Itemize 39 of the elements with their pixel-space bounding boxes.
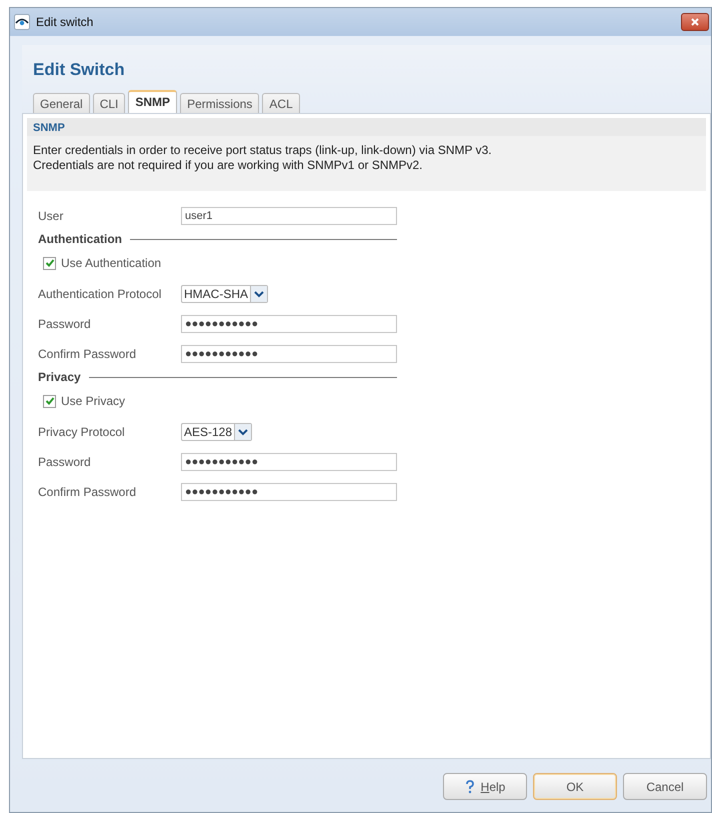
dialog-button[interactable]: Cancel [623, 773, 707, 800]
help-button[interactable]: Help [443, 773, 527, 800]
chevron-down-icon [254, 290, 264, 298]
checkbox[interactable] [43, 394, 56, 408]
chevron-down-icon [238, 428, 248, 436]
close-button[interactable] [681, 13, 709, 31]
tab[interactable]: CLI [92, 93, 126, 113]
field-label: Password [38, 455, 92, 469]
input-field[interactable]: ●●●●●●●●●●● [181, 453, 397, 471]
description-text: Credentials are not required if you are working with SNMPv1 or SNMPv2. [33, 158, 424, 173]
field-label: Authentication Protocol [38, 287, 162, 301]
close-icon [690, 17, 700, 27]
tab[interactable]: General [33, 93, 90, 113]
input-field[interactable]: ●●●●●●●●●●● [181, 315, 397, 333]
dropdown[interactable]: HMAC-SHA [181, 285, 268, 303]
group-label: Privacy [38, 370, 81, 384]
checkbox[interactable] [43, 256, 56, 270]
window-title: Edit switch [36, 15, 94, 29]
section-title: SNMP [33, 122, 65, 134]
input-field[interactable]: user1 [181, 207, 397, 225]
eye-icon [14, 14, 30, 30]
group-label: Authentication [38, 232, 122, 246]
input-field[interactable]: ●●●●●●●●●●● [181, 483, 397, 501]
field-label: User [38, 209, 64, 223]
checkbox-label: Use Privacy [61, 394, 126, 408]
tab[interactable]: SNMP [128, 90, 178, 113]
dropdown[interactable]: AES-128 [181, 423, 252, 441]
field-label: Privacy Protocol [38, 425, 126, 439]
checkbox-label: Use Authentication [61, 256, 162, 270]
input-field[interactable]: ●●●●●●●●●●● [181, 345, 397, 363]
field-label: Confirm Password [38, 347, 138, 361]
field-label: Confirm Password [38, 485, 138, 499]
question-mark-icon [464, 780, 475, 794]
field-label: Password [38, 317, 92, 331]
tab[interactable]: ACL [262, 93, 300, 113]
description-text: Enter credentials in order to receive port status traps (link-up, link-down) via SNMP v3. [33, 143, 493, 158]
dialog-button[interactable]: OK [533, 773, 617, 800]
tab[interactable]: Permissions [180, 93, 260, 113]
dialog-heading: Edit Switch [33, 60, 126, 80]
